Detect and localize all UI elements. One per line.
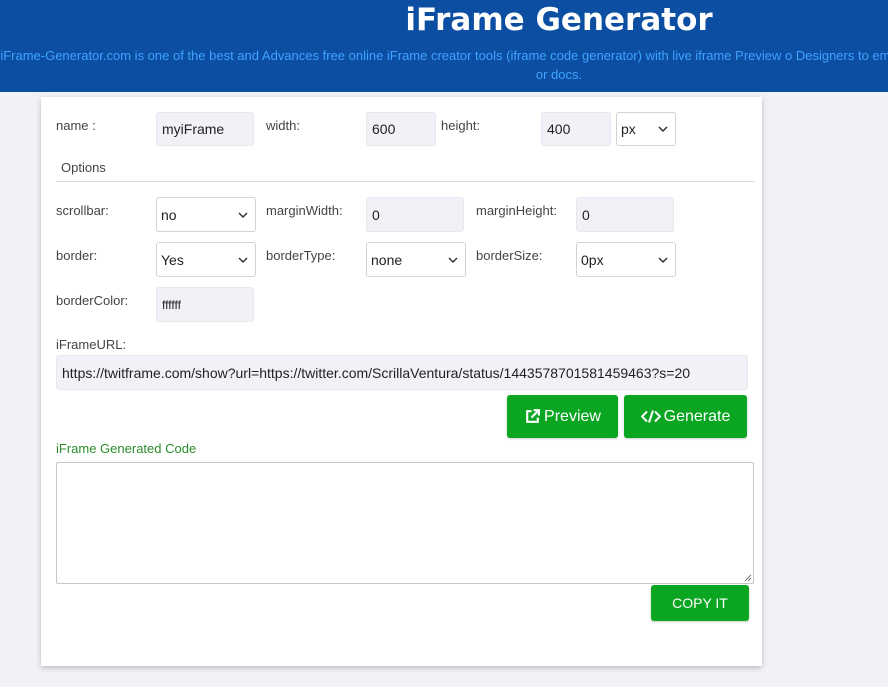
border-select-value: Yes bbox=[161, 251, 184, 268]
marginwidth-input[interactable]: 0 bbox=[366, 197, 464, 232]
bordercolor-input[interactable]: ffffff bbox=[156, 287, 254, 322]
generated-code-label: iFrame Generated Code bbox=[56, 441, 197, 456]
resize-handle-icon[interactable] bbox=[744, 574, 752, 582]
border-label: border: bbox=[56, 248, 98, 263]
generate-button-label: Generate bbox=[663, 407, 731, 425]
preview-button[interactable]: Preview bbox=[507, 395, 618, 438]
external-link-icon bbox=[526, 409, 540, 423]
chevron-down-icon bbox=[238, 211, 248, 218]
options-label: Options bbox=[61, 160, 106, 175]
bordercolor-label: borderColor: bbox=[56, 293, 129, 308]
url-input[interactable]: https://twitframe.com/show?url=https://t… bbox=[56, 355, 748, 390]
unit-select-value: px bbox=[621, 121, 636, 137]
scrollbar-label: scrollbar: bbox=[56, 203, 109, 218]
chevron-down-icon bbox=[238, 256, 248, 263]
url-label: iFrameURL: bbox=[56, 337, 127, 352]
width-label: width: bbox=[266, 118, 300, 133]
preview-button-label: Preview bbox=[544, 407, 601, 425]
code-icon bbox=[640, 410, 661, 423]
height-label: height: bbox=[441, 118, 481, 133]
scrollbar-select[interactable]: no bbox=[156, 197, 256, 232]
generate-button[interactable]: Generate bbox=[624, 395, 747, 438]
name-label: name : bbox=[56, 118, 96, 133]
bordertype-label: borderType: bbox=[266, 248, 336, 263]
copy-button-label: COPY IT bbox=[672, 595, 728, 611]
options-divider bbox=[56, 181, 755, 182]
chevron-down-icon bbox=[448, 256, 458, 263]
generated-code-textarea[interactable] bbox=[56, 462, 754, 584]
unit-select[interactable]: px bbox=[616, 112, 676, 146]
header-banner: iFrame Generator iFrame-Generator.com is… bbox=[0, 0, 888, 92]
marginwidth-label: marginWidth: bbox=[266, 203, 343, 218]
scrollbar-select-value: no bbox=[161, 206, 177, 223]
bordersize-label: borderSize: bbox=[476, 248, 543, 263]
chevron-down-icon bbox=[658, 126, 668, 133]
marginheight-input[interactable]: 0 bbox=[576, 197, 674, 232]
bordersize-select-value: 0px bbox=[581, 251, 604, 268]
bordersize-select[interactable]: 0px bbox=[576, 242, 676, 277]
name-input[interactable]: myiFrame bbox=[156, 112, 254, 146]
copy-button[interactable]: COPY IT bbox=[651, 585, 749, 621]
border-select[interactable]: Yes bbox=[156, 242, 256, 277]
width-input[interactable]: 600 bbox=[366, 112, 436, 146]
bordertype-select-value: none bbox=[371, 251, 403, 268]
bordertype-select[interactable]: none bbox=[366, 242, 466, 277]
marginheight-label: marginHeight: bbox=[476, 203, 557, 218]
chevron-down-icon bbox=[658, 256, 668, 263]
page-title: iFrame Generator bbox=[405, 2, 713, 38]
height-input[interactable]: 400 bbox=[541, 112, 611, 146]
generator-card: name : myiFrame width: 600 height: 400 p… bbox=[41, 97, 762, 666]
page-description: iFrame-Generator.com is one of the best … bbox=[0, 48, 888, 82]
